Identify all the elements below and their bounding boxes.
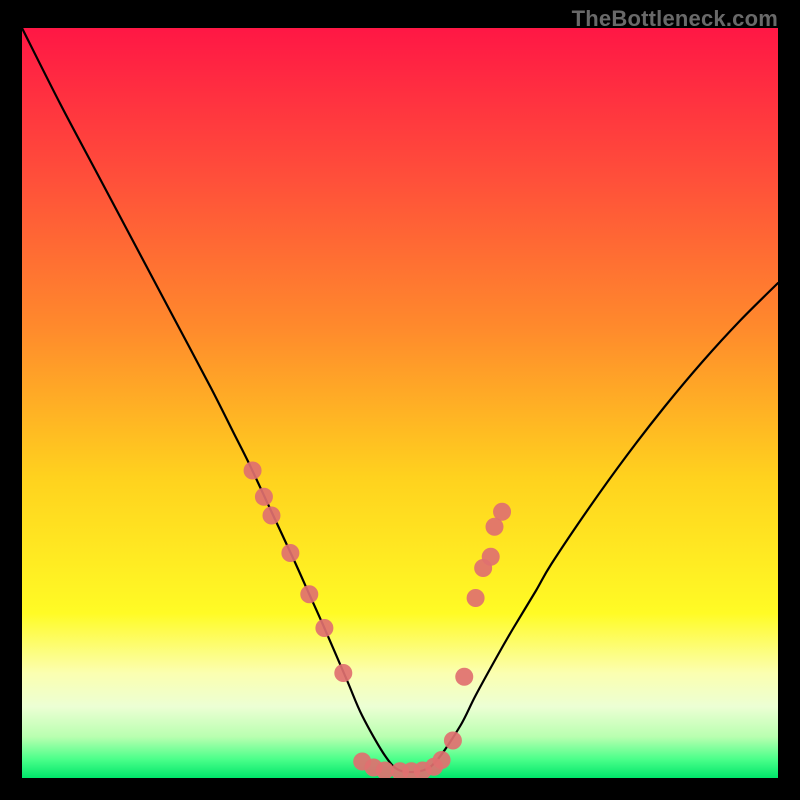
marker-point	[300, 585, 318, 603]
marker-point	[482, 548, 500, 566]
marker-point	[255, 488, 273, 506]
marker-point	[455, 668, 473, 686]
marker-point	[444, 732, 462, 750]
gradient-background	[22, 28, 778, 778]
bottleneck-chart	[22, 28, 778, 778]
marker-point	[262, 507, 280, 525]
marker-point	[315, 619, 333, 637]
marker-point	[334, 664, 352, 682]
marker-point	[281, 544, 299, 562]
marker-point	[493, 503, 511, 521]
marker-point	[433, 751, 451, 769]
marker-point	[244, 462, 262, 480]
chart-frame	[22, 28, 778, 778]
marker-point	[467, 589, 485, 607]
